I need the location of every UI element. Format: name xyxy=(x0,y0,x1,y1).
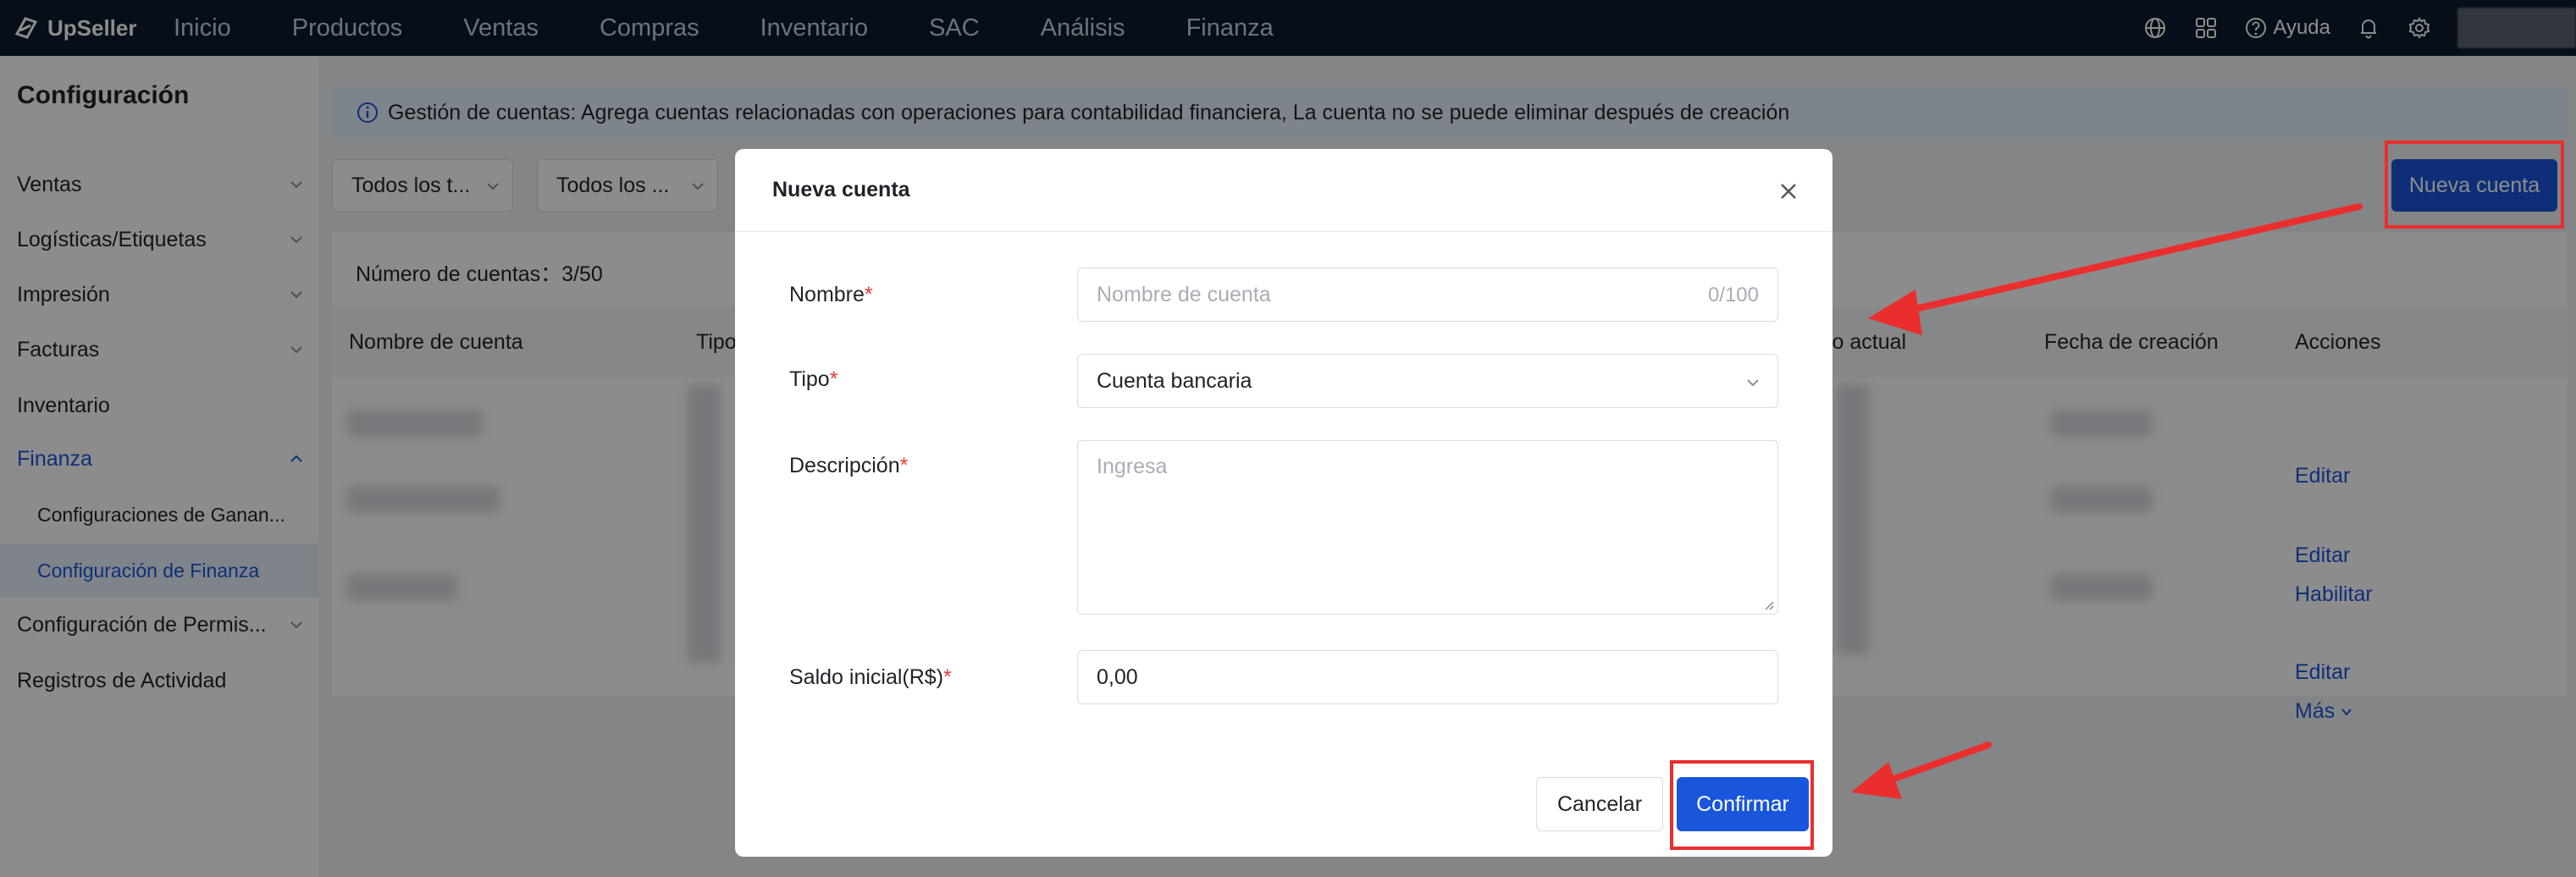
description-label-text: Descripción xyxy=(789,454,900,477)
type-label: Tipo* xyxy=(789,367,837,392)
description-field[interactable] xyxy=(1077,440,1778,615)
description-textarea[interactable] xyxy=(1097,455,1759,598)
resize-handle-icon[interactable] xyxy=(1762,598,1774,610)
type-select-value: Cuenta bancaria xyxy=(1097,368,1252,393)
close-icon[interactable] xyxy=(1777,179,1800,203)
chevron-down-icon xyxy=(1747,379,1759,387)
required-mark: * xyxy=(864,283,873,306)
initial-balance-field[interactable] xyxy=(1077,650,1778,704)
initial-balance-label-text: Saldo inicial(R$) xyxy=(789,665,944,689)
name-label-text: Nombre xyxy=(789,283,865,306)
required-mark: * xyxy=(899,454,909,477)
required-mark: * xyxy=(829,367,838,391)
modal-title: Nueva cuenta xyxy=(772,178,910,201)
type-select[interactable]: Cuenta bancaria xyxy=(1077,354,1778,408)
name-char-counter: 0/100 xyxy=(1707,284,1759,306)
name-field[interactable]: 0/100 xyxy=(1077,268,1778,322)
annotation-box-new-account xyxy=(2385,141,2564,229)
initial-balance-input[interactable] xyxy=(1097,665,1759,690)
description-label: Descripción* xyxy=(789,454,908,478)
type-label-text: Tipo xyxy=(789,367,830,391)
initial-balance-label: Saldo inicial(R$)* xyxy=(789,665,952,690)
modal-header: Nueva cuenta xyxy=(735,149,1832,232)
cancel-button[interactable]: Cancelar xyxy=(1536,777,1663,831)
name-label: Nombre* xyxy=(789,283,873,307)
new-account-dialog: Nueva cuenta Nombre* 0/100 Tipo* Cuenta … xyxy=(735,149,1832,857)
name-input[interactable] xyxy=(1097,282,1684,307)
annotation-box-confirm xyxy=(1670,760,1814,850)
required-mark: * xyxy=(943,665,952,689)
